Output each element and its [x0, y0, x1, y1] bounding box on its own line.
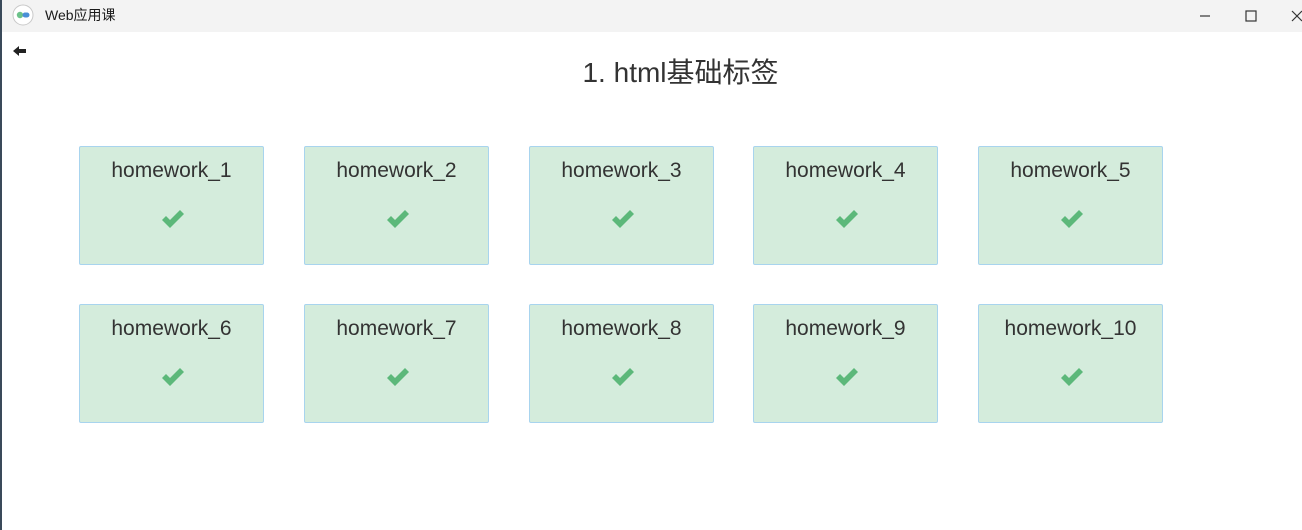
homework-card[interactable]: homework_7: [304, 304, 489, 423]
page-title: 1. html基础标签: [582, 57, 779, 88]
check-icon: [387, 368, 409, 386]
homework-card-label: homework_4: [785, 159, 906, 182]
homework-card[interactable]: homework_5: [978, 146, 1163, 265]
check-icon: [836, 368, 858, 386]
homework-card-label: homework_7: [336, 317, 457, 340]
homework-card[interactable]: homework_6: [79, 304, 264, 423]
maximize-icon: [1245, 10, 1257, 22]
check-icon: [162, 368, 184, 386]
homework-card[interactable]: homework_1: [79, 146, 264, 265]
homework-card[interactable]: homework_4: [753, 146, 938, 265]
homework-card-label: homework_1: [111, 159, 232, 182]
check-icon: [612, 210, 634, 228]
app-window: Web应用课 1. html基础标签 homework_1 homework_2 h…: [0, 0, 1302, 530]
close-icon: [1291, 10, 1302, 22]
homework-card[interactable]: homework_8: [529, 304, 714, 423]
title-bar[interactable]: Web应用课: [2, 0, 1302, 32]
check-icon: [1061, 210, 1083, 228]
homework-card-label: homework_9: [785, 317, 906, 340]
maximize-button[interactable]: [1228, 0, 1274, 32]
homework-card-label: homework_8: [561, 317, 682, 340]
window-title: Web应用课: [45, 7, 116, 23]
minimize-icon: [1200, 15, 1210, 17]
homework-card-label: homework_10: [1004, 317, 1137, 340]
check-icon: [1061, 368, 1083, 386]
app-logo-icon: [12, 4, 34, 26]
check-icon: [836, 210, 858, 228]
homework-card-label: homework_3: [561, 159, 682, 182]
homework-card-label: homework_2: [336, 159, 457, 182]
minimize-button[interactable]: [1182, 0, 1228, 32]
homework-card-label: homework_5: [1010, 159, 1131, 182]
close-button[interactable]: [1274, 0, 1302, 32]
check-icon: [387, 210, 409, 228]
homework-card-label: homework_6: [111, 317, 232, 340]
check-icon: [162, 210, 184, 228]
homework-card[interactable]: homework_2: [304, 146, 489, 265]
homework-card[interactable]: homework_9: [753, 304, 938, 423]
check-icon: [612, 368, 634, 386]
homework-card[interactable]: homework_10: [978, 304, 1163, 423]
homework-card[interactable]: homework_3: [529, 146, 714, 265]
